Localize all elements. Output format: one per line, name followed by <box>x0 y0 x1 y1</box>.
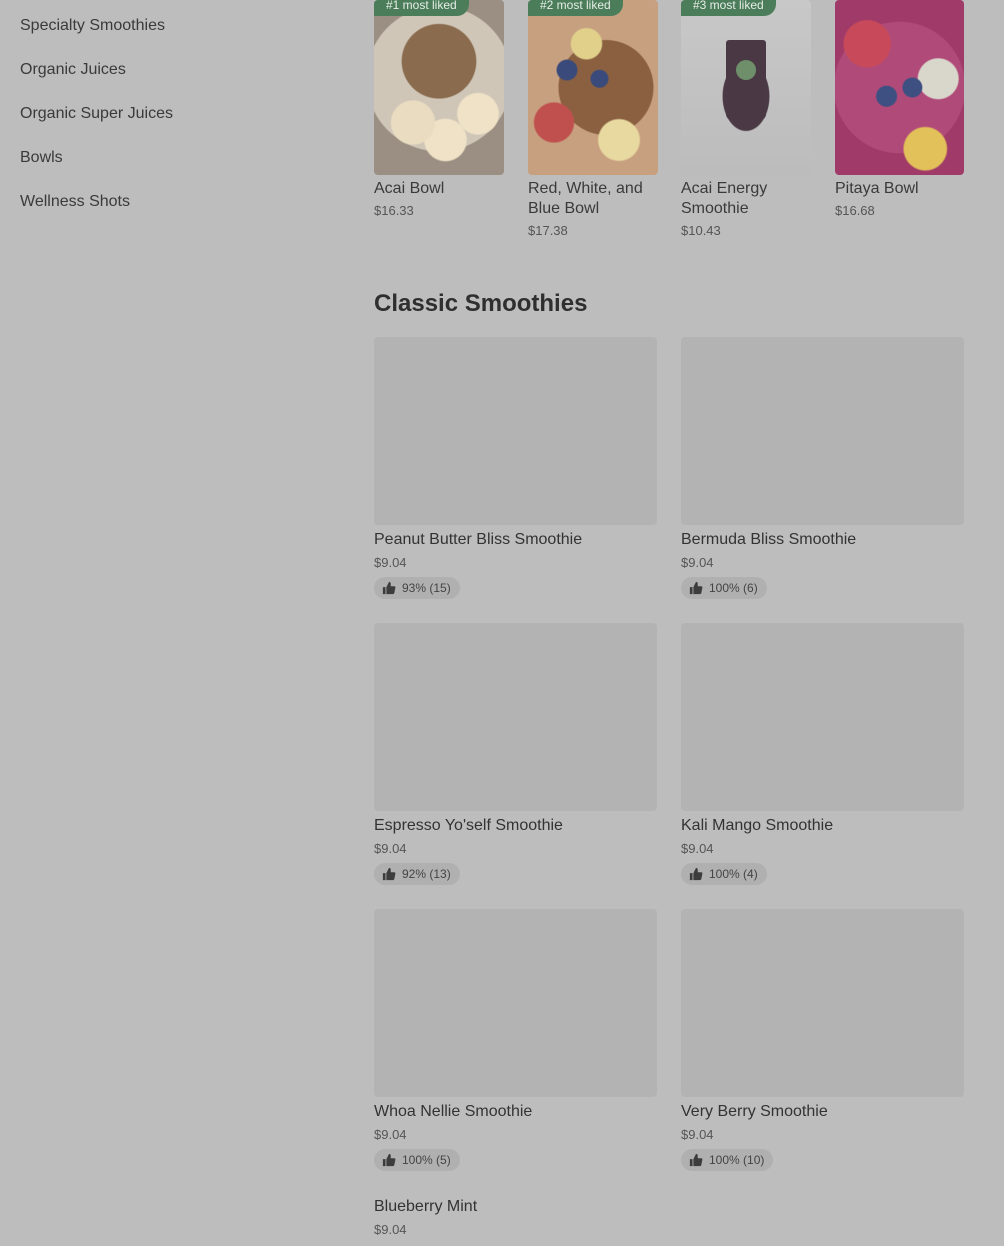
item-photo[interactable]: #3 most liked <box>681 0 811 175</box>
rating-badge: 100% (4) <box>681 863 767 885</box>
sidebar-item-organic-juices[interactable]: Organic Juices <box>20 44 320 88</box>
rating-text: 100% (5) <box>402 1153 451 1167</box>
item-photo-placeholder[interactable] <box>374 909 657 1097</box>
popular-item-card[interactable]: Pitaya Bowl $16.68 <box>835 0 964 218</box>
menu-item-card[interactable]: Whoa Nellie Smoothie $9.04 100% (5) <box>374 909 657 1172</box>
item-photo[interactable]: #1 most liked <box>374 0 504 175</box>
smoothie-cup-image <box>726 40 766 120</box>
thumbs-up-icon <box>689 581 703 595</box>
item-price: $9.04 <box>374 841 407 856</box>
item-name: Bermuda Bliss Smoothie <box>681 531 857 548</box>
item-name: Whoa Nellie Smoothie <box>374 1103 533 1120</box>
most-liked-carousel: #1 most liked Acai Bowl $16.33 #2 most l… <box>374 0 1004 250</box>
section-title: Classic Smoothies <box>374 290 588 317</box>
item-photo-placeholder[interactable] <box>374 337 657 525</box>
thumbs-up-icon <box>382 867 396 881</box>
rating-text: 93% (15) <box>402 581 451 595</box>
thumbs-up-icon <box>382 581 396 595</box>
sidebar-item-specialty-smoothies[interactable]: Specialty Smoothies <box>20 0 320 44</box>
item-photo-placeholder[interactable] <box>374 623 657 811</box>
item-price: $16.33 <box>374 203 414 218</box>
thumbs-up-icon <box>689 867 703 881</box>
most-liked-badge: #3 most liked <box>681 0 776 16</box>
menu-item-card[interactable]: Espresso Yo'self Smoothie $9.04 92% (13) <box>374 623 657 886</box>
sidebar-item-wellness-shots[interactable]: Wellness Shots <box>20 176 320 220</box>
item-price: $9.04 <box>681 555 714 570</box>
item-price: $16.68 <box>835 203 875 218</box>
item-price: $9.04 <box>681 1127 714 1142</box>
rating-badge: 92% (13) <box>374 863 460 885</box>
rating-badge: 100% (10) <box>681 1149 774 1171</box>
popular-item-card[interactable]: #3 most liked Acai Energy Smoothie $10.4… <box>681 0 811 238</box>
rating-badge: 93% (15) <box>374 577 460 599</box>
popular-item-card[interactable]: #2 most liked Red, White, and Blue Bowl … <box>528 0 658 238</box>
most-liked-badge: #1 most liked <box>374 0 469 16</box>
item-price: $9.04 <box>374 555 407 570</box>
menu-item-card[interactable]: Very Berry Smoothie $9.04 100% (10) <box>681 909 964 1172</box>
rating-text: 100% (4) <box>709 867 758 881</box>
item-name: Peanut Butter Bliss Smoothie <box>374 531 583 548</box>
item-photo-placeholder[interactable] <box>681 909 964 1097</box>
item-photo-placeholder[interactable] <box>681 337 964 525</box>
item-name: Very Berry Smoothie <box>681 1103 828 1120</box>
item-photo[interactable]: #2 most liked <box>528 0 658 175</box>
item-name: Blueberry Mint <box>374 1198 478 1215</box>
sidebar-item-bowls[interactable]: Bowls <box>20 132 320 176</box>
popular-item-card[interactable]: #1 most liked Acai Bowl $16.33 <box>374 0 504 218</box>
rating-text: 100% (6) <box>709 581 758 595</box>
item-name: Espresso Yo'self Smoothie <box>374 817 563 834</box>
item-price: $9.04 <box>374 1127 407 1142</box>
rating-text: 92% (13) <box>402 867 451 881</box>
item-photo[interactable] <box>835 0 964 175</box>
item-name: Red, White, and Blue Bowl <box>528 180 643 217</box>
rating-badge: 100% (6) <box>681 577 767 599</box>
item-name: Kali Mango Smoothie <box>681 817 834 834</box>
category-sidebar: Specialty Smoothies Organic Juices Organ… <box>20 0 320 220</box>
menu-item-card[interactable]: Bermuda Bliss Smoothie $9.04 100% (6) <box>681 337 964 600</box>
menu-item-card[interactable]: Peanut Butter Bliss Smoothie $9.04 93% (… <box>374 337 657 600</box>
item-price: $9.04 <box>374 1222 407 1237</box>
most-liked-badge: #2 most liked <box>528 0 623 16</box>
item-photo-placeholder[interactable] <box>681 623 964 811</box>
item-price: $17.38 <box>528 223 568 238</box>
rating-badge: 100% (5) <box>374 1149 460 1171</box>
sidebar-item-organic-super-juices[interactable]: Organic Super Juices <box>20 88 320 132</box>
rating-text: 100% (10) <box>709 1153 765 1167</box>
menu-item-card[interactable]: Kali Mango Smoothie $9.04 100% (4) <box>681 623 964 886</box>
item-price: $10.43 <box>681 223 721 238</box>
item-price: $9.04 <box>681 841 714 856</box>
item-name: Acai Energy Smoothie <box>681 180 768 217</box>
thumbs-up-icon <box>382 1153 396 1167</box>
menu-item-card[interactable]: Blueberry Mint $9.04 <box>374 1192 477 1237</box>
item-name: Pitaya Bowl <box>835 180 919 197</box>
item-name: Acai Bowl <box>374 180 445 197</box>
thumbs-up-icon <box>689 1153 703 1167</box>
